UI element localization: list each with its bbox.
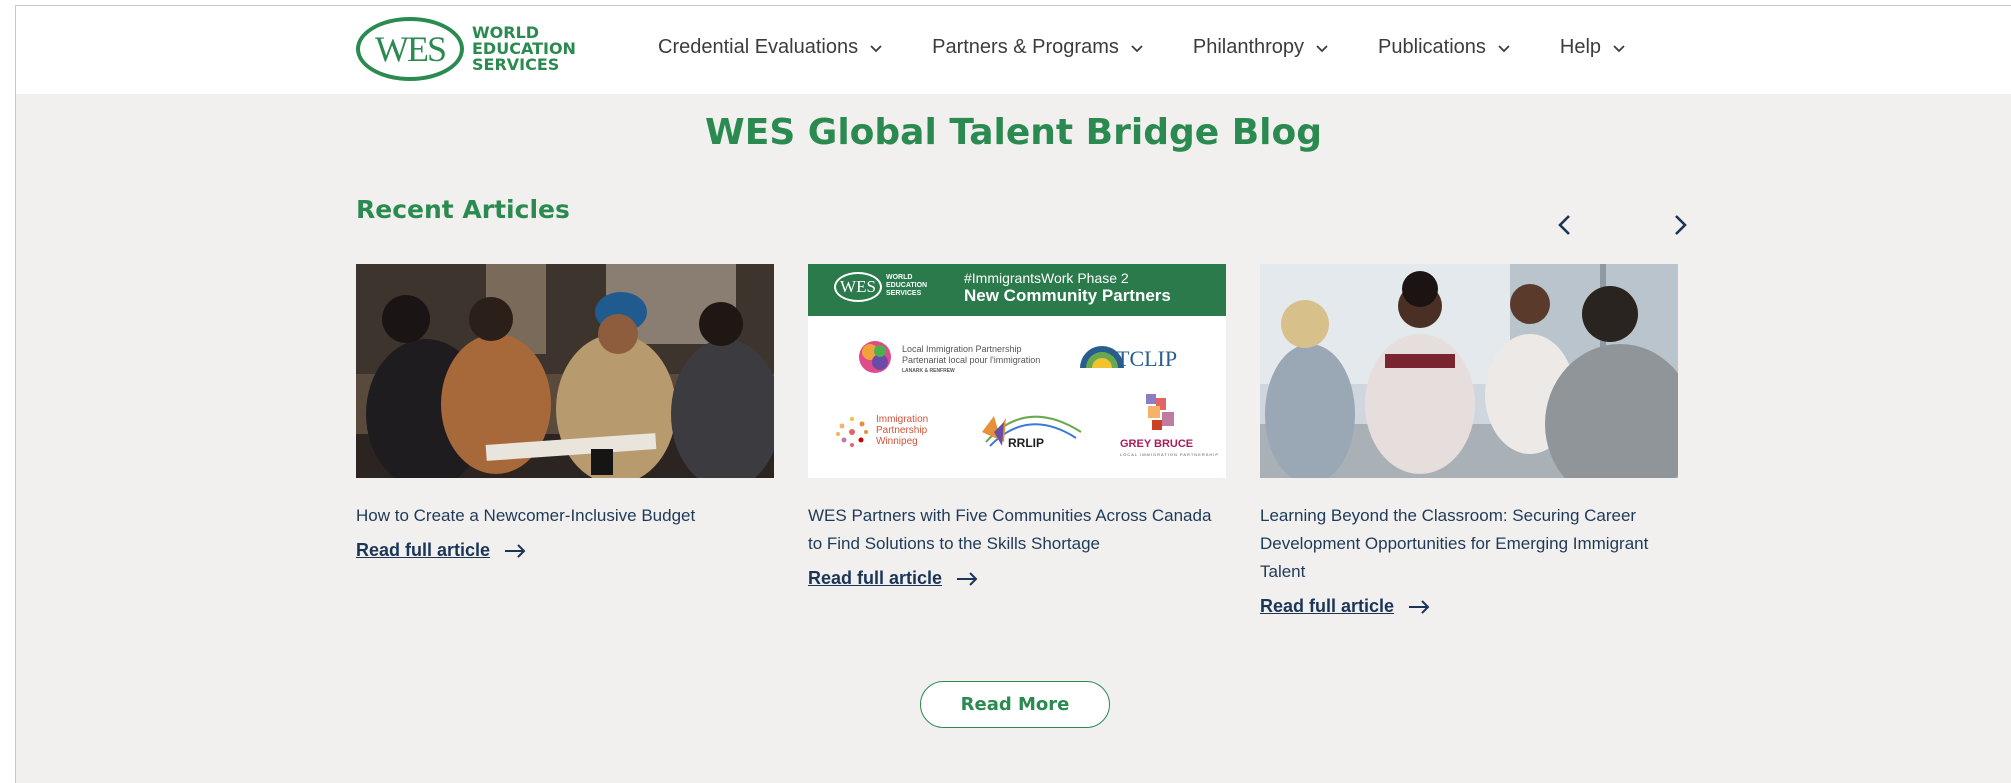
chevron-down-icon	[1498, 44, 1510, 52]
read-link-label: Read full article	[1260, 596, 1395, 616]
article-card: WES WORLD EDUCATION SERVICES #Immigrants…	[808, 264, 1226, 589]
arrow-right-icon	[957, 571, 978, 586]
article-card: How to Create a Newcomer-Inclusive Budge…	[356, 264, 774, 561]
winnipeg-dots-logo-icon	[836, 417, 868, 447]
lip-lanark-logo-icon	[859, 341, 891, 373]
banner-logo-mark: WES	[840, 277, 876, 296]
read-link-label: Read full article	[808, 568, 943, 588]
page-title: WES Global Talent Bridge Blog	[705, 112, 1322, 153]
chevron-down-icon	[870, 44, 882, 52]
arrow-right-icon	[505, 543, 526, 558]
partner-name: Local Immigration Partnership	[902, 344, 1022, 354]
wes-logo[interactable]: WES WORLD EDUCATION SERVICES	[356, 17, 576, 81]
banner-subtitle: #ImmigrantsWork Phase 2	[964, 270, 1129, 286]
article-image-community-partners[interactable]: WES WORLD EDUCATION SERVICES #Immigrants…	[808, 264, 1226, 478]
banner-logo: WES	[834, 272, 882, 302]
banner-title: New Community Partners	[964, 286, 1171, 305]
article-image-budget-meeting[interactable]	[356, 264, 774, 478]
partner-grey-bruce: GREY BRUCE	[1120, 438, 1194, 450]
nav-label: Publications	[1378, 36, 1486, 58]
read-full-article-link[interactable]: Read full article	[356, 540, 526, 561]
article-image-group-discussion[interactable]	[1260, 264, 1678, 478]
partner-winnipeg: Immigration Partnership Winnipeg	[876, 414, 929, 447]
arrow-right-icon	[1409, 599, 1430, 614]
banner-logo-word: EDUCATION	[886, 282, 928, 289]
partner-tclip: TCLIP	[1116, 346, 1178, 371]
nav-label: Credential Evaluations	[658, 36, 859, 58]
banner-logo-words: WORLD EDUCATION SERVICES	[886, 274, 927, 298]
section-title: Recent Articles	[356, 195, 570, 224]
banner-logo-word: SERVICES	[886, 290, 922, 297]
read-link-label: Read full article	[356, 540, 491, 560]
meeting-photo	[356, 264, 774, 478]
logo-mark: WES	[375, 29, 447, 69]
partner-region: LANARK & RENFREW	[902, 368, 955, 374]
site-header: WES WORLD EDUCATION SERVICES Credential …	[16, 6, 2011, 94]
read-full-article-link[interactable]: Read full article	[1260, 596, 1430, 617]
article-card: Learning Beyond the Classroom: Securing …	[1260, 264, 1678, 617]
main-nav: Credential Evaluations Partners & Progra…	[658, 36, 1627, 59]
article-title[interactable]: Learning Beyond the Classroom: Securing …	[1260, 502, 1678, 586]
chevron-right-icon[interactable]	[1666, 209, 1694, 241]
partner-lanark-text: Local Immigration Partnership Partenaria…	[902, 344, 1040, 377]
image-banner: WES WORLD EDUCATION SERVICES #Immigrants…	[808, 264, 1226, 316]
nav-publications[interactable]: Publications	[1378, 36, 1512, 59]
logo-word: SERVICES	[472, 55, 560, 74]
article-title[interactable]: How to Create a Newcomer-Inclusive Budge…	[356, 502, 774, 530]
nav-label: Philanthropy	[1192, 36, 1305, 58]
partner-grey-bruce-sub: LOCAL IMMIGRATION PARTNERSHIP	[1120, 452, 1220, 457]
logo-wordmark: WORLD EDUCATION SERVICES	[472, 25, 576, 73]
partner-name-fr: Partenariat local pour l'immigration	[902, 355, 1041, 365]
nav-credential-evaluations[interactable]: Credential Evaluations	[658, 36, 884, 59]
article-title[interactable]: WES Partners with Five Communities Acros…	[808, 502, 1226, 558]
read-more-button[interactable]: Read More	[920, 681, 1110, 728]
group-photo	[1260, 264, 1678, 478]
nav-label: Partners & Programs	[932, 36, 1119, 58]
logo-oval: WES	[356, 17, 464, 81]
nav-label: Help	[1559, 36, 1602, 58]
nav-partners-programs[interactable]: Partners & Programs	[932, 36, 1145, 59]
chevron-down-icon	[1131, 44, 1143, 52]
chevron-left-icon[interactable]	[1551, 209, 1579, 241]
chevron-down-icon	[1316, 44, 1328, 52]
nav-help[interactable]: Help	[1560, 36, 1627, 59]
page-frame: WES WORLD EDUCATION SERVICES Credential …	[15, 5, 2011, 783]
nav-philanthropy[interactable]: Philanthropy	[1193, 36, 1330, 59]
read-full-article-link[interactable]: Read full article	[808, 568, 978, 589]
banner-logo-word: WORLD	[886, 274, 913, 281]
partner-rrlip: RRLIP	[1008, 436, 1044, 450]
chevron-down-icon	[1613, 44, 1625, 52]
grey-bruce-logo-icon	[1146, 394, 1174, 430]
